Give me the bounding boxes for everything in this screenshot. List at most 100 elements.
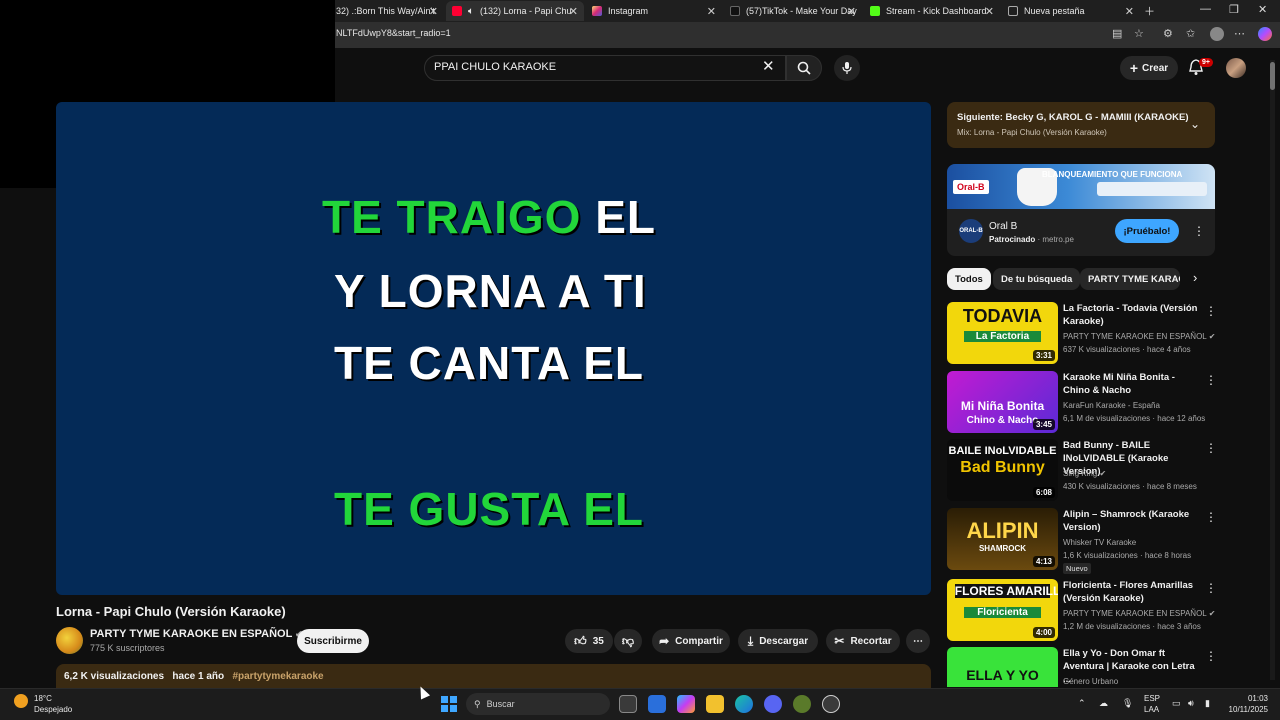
recommendation-item[interactable]: BAILE INoLVIDABLE Bad Bunny 6:08 Bad Bun… <box>947 439 1217 503</box>
search-input-value[interactable]: PPAI CHULO KARAOKE <box>434 61 556 73</box>
file-explorer-icon[interactable] <box>706 695 724 713</box>
new-tab-icon[interactable]: ＋ <box>1144 3 1155 19</box>
monitor-icon[interactable]: ▭ <box>1172 698 1181 709</box>
video-thumbnail[interactable]: ALIPIN SHAMROCK 4:13 <box>947 508 1058 570</box>
taskbar-search[interactable]: ⚲ Buscar <box>466 693 610 715</box>
more-vert-icon[interactable]: ⋮ <box>1205 581 1217 595</box>
recommendation-title[interactable]: Alipin – Shamrock (Karaoke Version) <box>1063 508 1201 534</box>
browser-tab[interactable]: 32) .:Born This Way/Ain't ✕ <box>330 1 444 21</box>
browser-tab[interactable]: Nueva pestaña ✕ <box>1002 1 1140 21</box>
recommendation-item[interactable]: ELLA Y YO Ella y Yo - Don Omar ft Aventu… <box>947 647 1215 687</box>
thumbnail-text: TODAVIA <box>962 306 1043 326</box>
clock-date[interactable]: 10/11/2025 <box>1222 705 1268 714</box>
browser-tab[interactable]: Instagram ✕ <box>586 1 722 21</box>
close-icon[interactable]: ✕ <box>429 5 438 18</box>
chip-channel[interactable]: PARTY TYME KARAOKE <box>1080 268 1180 290</box>
close-icon[interactable]: ✕ <box>847 5 856 18</box>
recommendation-title[interactable]: Floricienta - Flores Amarillas (Versión … <box>1063 579 1201 605</box>
language-layout[interactable]: LAA <box>1144 705 1159 714</box>
more-vert-icon[interactable]: ⋮ <box>1193 224 1205 238</box>
extension-icon[interactable]: ⚙ <box>1163 27 1173 40</box>
dislike-button[interactable]: 👎︎ <box>614 629 642 653</box>
clear-icon[interactable]: ✕ <box>762 57 775 75</box>
clock-time[interactable]: 01:03 <box>1228 694 1268 703</box>
language-indicator[interactable]: ESP <box>1144 694 1160 703</box>
weather-desc[interactable]: Despejado <box>34 705 72 714</box>
close-icon[interactable]: ✕ <box>569 5 578 18</box>
copilot-icon[interactable] <box>1258 27 1272 41</box>
minimize-icon[interactable]: — <box>1200 3 1211 15</box>
cloud-icon[interactable]: ☁ <box>1099 698 1108 709</box>
channel-avatar[interactable] <box>56 627 83 654</box>
close-icon[interactable]: ✕ <box>707 5 716 18</box>
more-vert-icon[interactable]: ⋮ <box>1205 649 1215 663</box>
download-button[interactable]: ⤓ Descargar <box>738 629 818 653</box>
browser-tab[interactable]: Stream - Kick Dashboard ✕ <box>864 1 1000 21</box>
channel-name[interactable]: PARTY TYME KARAOKE EN ESPAÑOL ✔ <box>90 628 303 640</box>
battery-icon[interactable]: ▮ <box>1205 698 1210 709</box>
microphone-tray-icon[interactable]: 🎙︎ <box>1122 698 1133 709</box>
copilot-app-icon[interactable] <box>677 695 695 713</box>
browser-tab-active[interactable]: 🔈︎ (132) Lorna - Papi Chu ✕ <box>446 1 584 21</box>
recommendation-item[interactable]: Mi Niña Bonita Chino & Nacho 3:45 Karaok… <box>947 371 1217 435</box>
search-button[interactable] <box>786 55 822 81</box>
video-thumbnail[interactable]: FLORES AMARILLAS Floricienta 4:00 <box>947 579 1058 641</box>
weather-icon[interactable] <box>14 694 28 708</box>
more-vert-icon[interactable]: ⋮ <box>1205 373 1217 387</box>
close-icon[interactable]: ✕ <box>1125 5 1134 18</box>
star-icon[interactable]: ☆ <box>1134 27 1144 40</box>
app-icon-2[interactable] <box>822 695 840 713</box>
more-icon[interactable]: ⋯ <box>1234 27 1245 40</box>
video-thumbnail[interactable]: BAILE INoLVIDABLE Bad Bunny 6:08 <box>947 439 1058 501</box>
create-button[interactable]: + Crear <box>1120 56 1178 80</box>
close-window-icon[interactable]: ✕ <box>1258 3 1267 16</box>
windows-start-icon[interactable] <box>441 696 457 712</box>
chevron-down-icon[interactable]: ⌄ <box>1190 117 1200 131</box>
recommendation-item[interactable]: TODAVIA La Factoria 3:31 La Factoria - T… <box>947 302 1217 366</box>
discord-icon[interactable] <box>764 695 782 713</box>
app-icon[interactable] <box>793 695 811 713</box>
scrollbar-thumb[interactable] <box>1270 62 1275 90</box>
task-view-icon[interactable] <box>619 695 637 713</box>
avatar[interactable] <box>1226 58 1246 78</box>
voice-search-button[interactable] <box>834 55 860 81</box>
recommendation-item[interactable]: ALIPIN SHAMROCK 4:13 Alipin – Shamrock (… <box>947 508 1217 574</box>
chip-from-search[interactable]: De tu búsqueda <box>993 268 1081 290</box>
weather-temp[interactable]: 18°C <box>34 694 52 703</box>
tiktok-icon <box>730 6 740 16</box>
video-thumbnail[interactable]: TODAVIA La Factoria 3:31 <box>947 302 1058 364</box>
volume-icon[interactable]: 🔊︎ <box>1188 698 1194 709</box>
clip-button[interactable]: ✂ Recortar <box>826 629 900 653</box>
hashtag-link[interactable]: #partytymekaraoke <box>232 671 323 682</box>
up-next-panel[interactable] <box>947 102 1215 148</box>
duration-badge: 3:31 <box>1032 350 1055 361</box>
chip-all[interactable]: Todos <box>947 268 991 290</box>
browser-tab[interactable]: (57)TikTok - Make Your Day ✕ <box>724 1 862 21</box>
more-vert-icon[interactable]: ⋮ <box>1205 304 1217 318</box>
chevron-up-icon[interactable]: ⌃ <box>1078 698 1086 709</box>
description-meta: 6,2 K visualizaciones hace 1 año #partyt… <box>64 671 324 682</box>
edge-icon[interactable] <box>735 695 753 713</box>
favorites-icon[interactable]: ✩ <box>1186 27 1195 40</box>
ad-cta-button[interactable]: ¡Pruébalo! <box>1115 219 1179 243</box>
page-scrollbar[interactable] <box>1270 60 1275 680</box>
recommendation-title[interactable]: La Factoria - Todavia (Versión Karaoke) <box>1063 302 1201 328</box>
maximize-icon[interactable]: ❐ <box>1229 3 1239 16</box>
recommendation-item[interactable]: FLORES AMARILLAS Floricienta 4:00 Floric… <box>947 579 1217 643</box>
recommendation-meta: 1,2 M de visualizaciones · hace 3 años <box>1063 622 1201 631</box>
reader-icon[interactable]: ▤ <box>1112 27 1122 40</box>
subscribe-button[interactable]: Suscribirme <box>297 629 369 653</box>
url-field[interactable]: NLTFdUwpY8&start_radio=1 <box>336 28 451 38</box>
close-icon[interactable]: ✕ <box>985 5 994 18</box>
like-button[interactable]: 👍︎ 35 <box>565 629 613 653</box>
profile-icon[interactable] <box>1210 27 1224 41</box>
video-thumbnail[interactable]: Mi Niña Bonita Chino & Nacho 3:45 <box>947 371 1058 433</box>
more-actions-button[interactable]: ⋯ <box>906 629 930 653</box>
more-vert-icon[interactable]: ⋮ <box>1205 441 1217 455</box>
share-button[interactable]: ➦ Compartir <box>652 629 730 653</box>
more-vert-icon[interactable]: ⋮ <box>1205 510 1217 524</box>
video-thumbnail[interactable]: ELLA Y YO <box>947 647 1058 687</box>
recommendation-title[interactable]: Karaoke Mi Niña Bonita - Chino & Nacho <box>1063 371 1201 397</box>
chevron-right-icon[interactable]: › <box>1193 270 1197 285</box>
store-icon[interactable] <box>648 695 666 713</box>
